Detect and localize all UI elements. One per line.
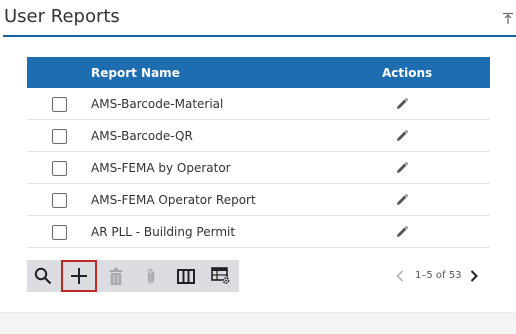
table-settings-icon: [211, 267, 230, 285]
row-checkbox[interactable]: [52, 129, 67, 144]
row-checkbox[interactable]: [52, 193, 67, 208]
trash-icon: [109, 267, 123, 285]
table-row[interactable]: AMS-Barcode-Material: [27, 88, 490, 120]
table-row[interactable]: AR PLL - Building Permit: [27, 216, 490, 248]
report-name-cell: AMS-FEMA by Operator: [91, 161, 231, 175]
pencil-icon[interactable]: [395, 193, 409, 207]
panel-footer-area: [0, 312, 516, 334]
columns-icon: [177, 268, 195, 284]
column-header-report-name[interactable]: Report Name: [91, 66, 180, 80]
chevron-right-icon[interactable]: [468, 269, 480, 283]
paperclip-icon: [147, 268, 155, 283]
row-checkbox[interactable]: [52, 225, 67, 240]
pencil-icon[interactable]: [395, 161, 409, 175]
user-reports-panel: User Reports Report Name Actions AMS-Bar…: [0, 0, 516, 334]
table-row[interactable]: AMS-FEMA Operator Report: [27, 184, 490, 216]
table-header: Report Name Actions: [27, 57, 490, 88]
add-button[interactable]: [61, 260, 97, 292]
column-header-actions: Actions: [382, 66, 433, 80]
table-toolbar: [27, 260, 239, 292]
columns-button[interactable]: [170, 260, 202, 292]
report-name-cell: AMS-FEMA Operator Report: [91, 193, 256, 207]
row-checkbox[interactable]: [52, 97, 67, 112]
collapse-up-icon[interactable]: [502, 12, 514, 26]
table-row[interactable]: AMS-FEMA by Operator: [27, 152, 490, 184]
pencil-icon[interactable]: [395, 97, 409, 111]
pagination-range: 1–5 of 53: [415, 270, 462, 281]
header-divider: [3, 35, 516, 37]
panel-header: User Reports: [0, 0, 516, 37]
panel-title: User Reports: [4, 6, 120, 27]
pencil-icon[interactable]: [395, 129, 409, 143]
search-button[interactable]: [27, 260, 59, 292]
attach-button[interactable]: [135, 260, 167, 292]
row-checkbox[interactable]: [52, 161, 67, 176]
chevron-left-icon[interactable]: [394, 269, 406, 283]
report-name-cell: AR PLL - Building Permit: [91, 225, 236, 239]
search-icon: [34, 267, 52, 285]
report-name-cell: AMS-Barcode-QR: [91, 129, 193, 143]
plus-icon: [71, 268, 87, 284]
delete-button[interactable]: [100, 260, 132, 292]
table-row[interactable]: AMS-Barcode-QR: [27, 120, 490, 152]
reports-table: Report Name Actions AMS-Barcode-Material…: [27, 57, 490, 248]
report-name-cell: AMS-Barcode-Material: [91, 97, 224, 111]
table-settings-button[interactable]: [205, 260, 237, 292]
pencil-icon[interactable]: [395, 225, 409, 239]
pagination: 1–5 of 53: [390, 260, 490, 292]
